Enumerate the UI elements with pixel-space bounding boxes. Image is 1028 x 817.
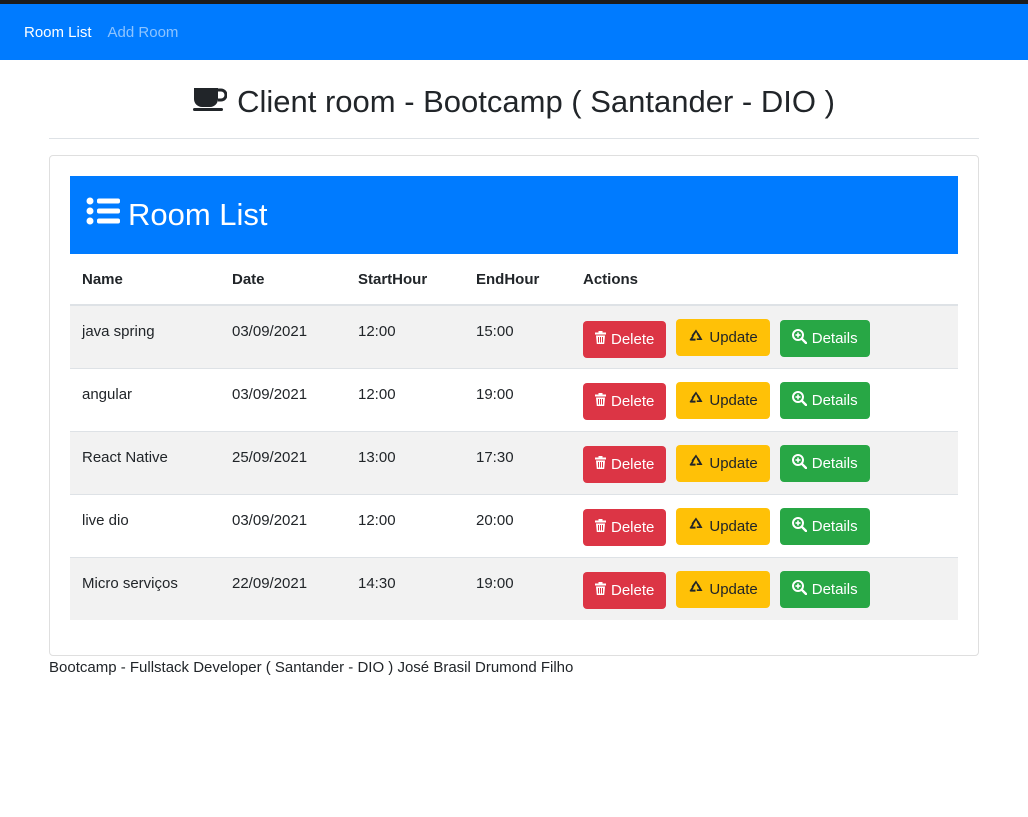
delete-button[interactable]: Delete: [583, 572, 667, 609]
column-header-actions: Actions: [571, 254, 958, 306]
cell-endhour: 17:30: [476, 448, 514, 466]
room-list-card: Room List Name Date StartHour EndHour Ac…: [49, 155, 979, 656]
trash-icon: [595, 519, 606, 536]
search-plus-icon: [791, 328, 807, 348]
cell-actions: Delete Update Details: [571, 431, 958, 494]
cell-name: angular: [82, 385, 133, 403]
delete-button-label: Delete: [611, 582, 655, 599]
delete-button[interactable]: Delete: [583, 509, 667, 546]
cell-name: live dio: [82, 511, 129, 529]
update-button-label: Update: [709, 454, 758, 472]
table-header-row: Name Date StartHour EndHour Actions: [70, 254, 958, 306]
details-button[interactable]: Details: [779, 382, 870, 419]
delete-button-label: Delete: [611, 393, 655, 410]
delete-button-label: Delete: [611, 456, 655, 473]
delete-button[interactable]: Delete: [583, 446, 667, 483]
details-button[interactable]: Details: [779, 508, 870, 545]
cell-endhour: 15:00: [476, 323, 514, 340]
details-button[interactable]: Details: [779, 571, 870, 608]
cell-date: 03/09/2021: [232, 385, 308, 403]
update-button[interactable]: Update: [676, 381, 770, 419]
cell-starthour: 13:00: [358, 448, 396, 466]
cell-date: 25/09/2021: [232, 448, 308, 466]
update-button[interactable]: Update: [676, 319, 770, 356]
details-button-label: Details: [811, 392, 858, 409]
delete-button[interactable]: Delete: [583, 383, 667, 420]
delete-button-label: Delete: [611, 519, 655, 536]
details-button[interactable]: Details: [779, 445, 870, 482]
cell-starthour: 12:00: [358, 511, 396, 529]
table-row: React Native 25/09/2021 13:00 17:30 Delete Up…: [70, 431, 958, 494]
cell-actions: Delete Update Details: [571, 368, 958, 431]
recycle-icon: [688, 516, 704, 536]
cell-actions: Delete Update Details: [571, 305, 958, 368]
cell-starthour: 12:00: [358, 385, 396, 403]
trash-icon: [595, 393, 606, 410]
delete-button-label: Delete: [611, 330, 655, 348]
search-plus-icon: [791, 517, 807, 536]
update-button-label: Update: [709, 580, 758, 598]
search-plus-icon: [791, 454, 807, 473]
update-button-label: Update: [709, 517, 758, 535]
cell-actions: Delete Update Details: [571, 494, 958, 557]
update-button[interactable]: Update: [676, 507, 770, 545]
table-row: java spring 03/09/2021 12:00 15:00 Delete Upd…: [70, 305, 958, 368]
cell-date: 22/09/2021: [232, 574, 308, 592]
navbar: Room List Add Room: [0, 4, 1028, 60]
page-title-text: Client room - Bootcamp ( Santander - DIO…: [237, 84, 835, 119]
table-row: Micro serviços 22/09/2021 14:30 19:00 Delete…: [70, 557, 958, 620]
title-divider: [49, 138, 979, 139]
cell-actions: Delete Update Details: [571, 557, 958, 620]
update-button[interactable]: Update: [676, 570, 770, 608]
details-button-label: Details: [811, 581, 858, 598]
update-button-label: Update: [709, 329, 758, 346]
details-button-label: Details: [811, 518, 858, 535]
table-row: live dio 03/09/2021 12:00 20:00 Delete Update…: [70, 494, 958, 557]
column-header-date: Date: [220, 254, 346, 306]
details-button-label: Details: [811, 455, 858, 472]
cell-endhour: 19:00: [476, 574, 514, 592]
nav-room-list[interactable]: Room List: [24, 24, 92, 41]
cell-name: Micro serviços: [82, 574, 178, 592]
recycle-icon: [688, 453, 704, 473]
search-plus-icon: [791, 391, 807, 410]
recycle-icon: [688, 579, 704, 599]
cell-endhour: 19:00: [476, 385, 514, 403]
recycle-icon: [688, 328, 704, 348]
coffee-icon: [193, 84, 228, 120]
search-plus-icon: [791, 580, 807, 599]
trash-icon: [595, 456, 606, 473]
cell-endhour: 20:00: [476, 511, 514, 529]
cell-date: 03/09/2021: [232, 511, 308, 529]
trash-icon: [595, 582, 606, 599]
update-button-label: Update: [709, 391, 758, 409]
cell-date: 03/09/2021: [232, 323, 308, 340]
page-title: Client room - Bootcamp ( Santander - DIO…: [49, 84, 979, 120]
trash-icon: [595, 330, 606, 348]
column-header-name: Name: [70, 254, 220, 306]
card-title: Room List: [128, 197, 268, 232]
nav-add-room[interactable]: Add Room: [108, 24, 179, 41]
cell-name: java spring: [82, 323, 155, 340]
table-row: angular 03/09/2021 12:00 19:00 Delete Update D…: [70, 368, 958, 431]
room-table: Name Date StartHour EndHour Actions java…: [70, 254, 958, 620]
card-header: Room List: [70, 176, 958, 254]
cell-starthour: 14:30: [358, 574, 396, 592]
details-button-label: Details: [811, 329, 858, 347]
cell-name: React Native: [82, 448, 168, 466]
delete-button[interactable]: Delete: [583, 320, 667, 358]
column-header-endhour: EndHour: [464, 254, 571, 306]
footer-text: Bootcamp - Fullstack Developer ( Santand…: [49, 659, 574, 676]
recycle-icon: [688, 390, 704, 410]
details-button[interactable]: Details: [779, 319, 870, 357]
column-header-starthour: StartHour: [346, 254, 464, 306]
list-icon: [86, 197, 120, 233]
cell-starthour: 12:00: [358, 323, 396, 340]
update-button[interactable]: Update: [676, 444, 770, 482]
